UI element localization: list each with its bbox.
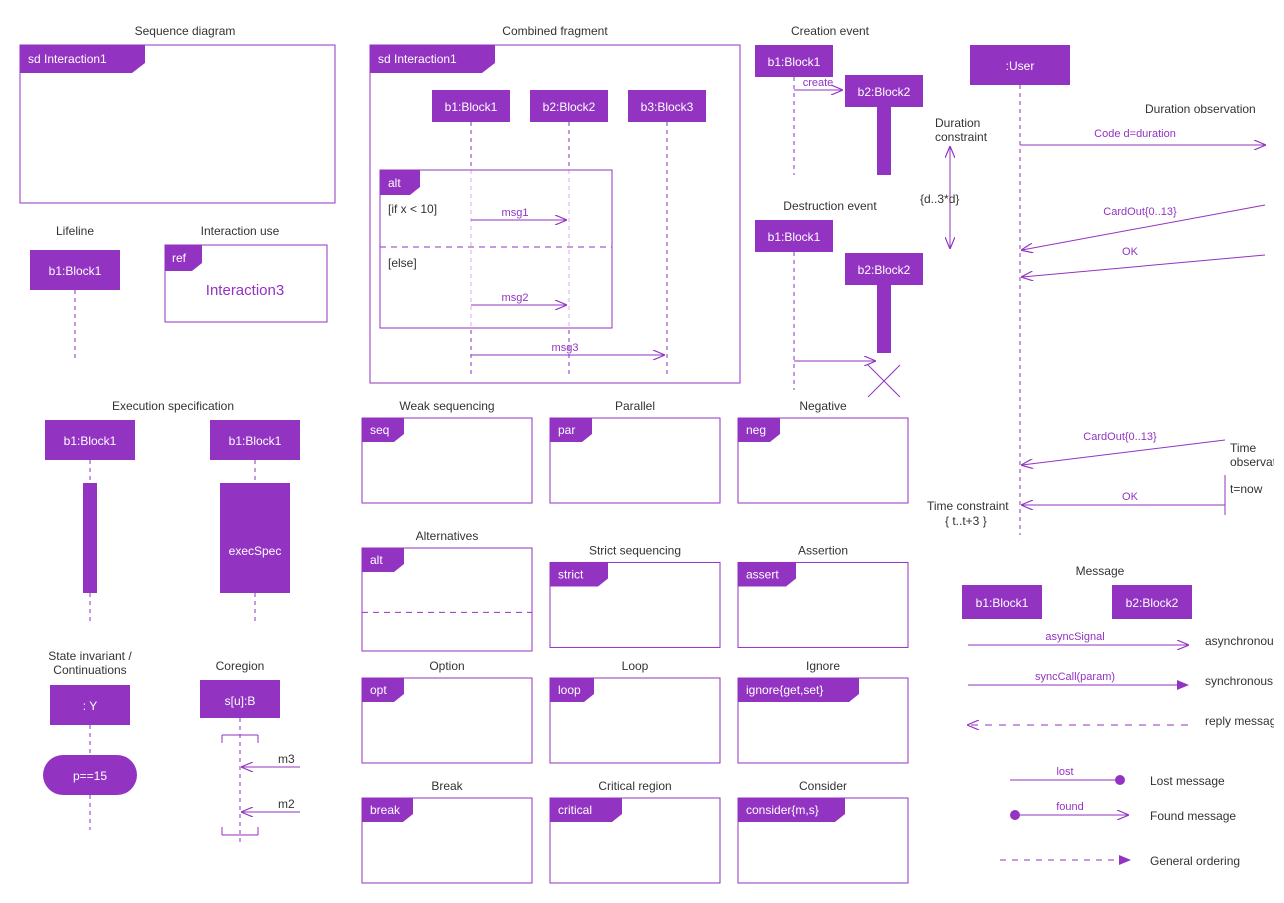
exec2-text: b1:Block1	[229, 434, 282, 448]
svg-text:t=now: t=now	[1230, 482, 1263, 496]
frag-tag-text: neg	[746, 423, 766, 437]
frag-tab	[362, 548, 404, 572]
svg-text:b3:Block3: b3:Block3	[641, 100, 694, 114]
svg-text:b1:Block1: b1:Block1	[445, 100, 498, 114]
svg-text:asynchronous signal: asynchronous signal	[1205, 634, 1274, 648]
svg-text:OK: OK	[1122, 246, 1139, 258]
exec1-text: b1:Block1	[64, 434, 117, 448]
coregion-text: s[u]:B	[225, 694, 256, 708]
stateinv-oval-text: p==15	[73, 769, 107, 783]
svg-text:alt: alt	[388, 176, 401, 190]
lifeline-text: b1:Block1	[49, 264, 102, 278]
title-message: Message	[1076, 564, 1125, 578]
svg-text:b1:Block1: b1:Block1	[976, 596, 1029, 610]
svg-text:observation: observation	[1230, 455, 1274, 469]
frag-title-ignoregetset: Ignore	[806, 659, 840, 673]
frag-tag-text: seq	[370, 423, 389, 437]
frag-tag-text: strict	[558, 567, 584, 581]
frag-title-strict: Strict sequencing	[589, 543, 681, 557]
svg-text:Time constraint: Time constraint	[927, 499, 1009, 513]
svg-text:b2:Block2: b2:Block2	[543, 100, 596, 114]
frag-tag-text: ignore{get,set}	[746, 683, 823, 697]
title-intuse: Interaction use	[201, 224, 280, 238]
svg-text:sd Interaction1: sd Interaction1	[378, 52, 457, 66]
svg-text:msg1: msg1	[502, 207, 529, 219]
svg-text:found: found	[1056, 801, 1084, 813]
seq-tag-text: sd Interaction1	[28, 52, 107, 66]
svg-text:b1:Block1: b1:Block1	[768, 230, 821, 244]
frag-tag-text: critical	[558, 803, 592, 817]
svg-text:msg3: msg3	[552, 342, 579, 354]
intuse-body: Interaction3	[206, 282, 284, 299]
fragments-grid: Weak sequencing seq Parallel par Negative neg…	[362, 399, 908, 883]
svg-text:asyncSignal: asyncSignal	[1045, 631, 1104, 643]
title-stateinv1: State invariant /	[48, 649, 132, 663]
frag-tag-text: assert	[746, 567, 779, 581]
exec2-label: execSpec	[229, 544, 282, 558]
svg-text:constraint: constraint	[935, 130, 988, 144]
title-lifeline: Lifeline	[56, 224, 94, 238]
svg-text:[if x < 10]: [if x < 10]	[388, 202, 437, 216]
frag-title-assert: Assertion	[798, 543, 848, 557]
svg-text:Found message: Found message	[1150, 809, 1236, 823]
svg-text:OK: OK	[1122, 491, 1139, 503]
svg-text:reply message: reply message	[1205, 714, 1274, 728]
svg-text:syncCall(param): syncCall(param)	[1035, 671, 1115, 683]
frag-tag-text: opt	[370, 683, 387, 697]
svg-text:create: create	[803, 77, 834, 89]
svg-text:m2: m2	[278, 797, 295, 811]
svg-text:Time: Time	[1230, 441, 1257, 455]
svg-text:synchronous call: synchronous call	[1205, 674, 1274, 688]
title-durobs: Duration observation	[1145, 102, 1256, 116]
frag-title-critical: Critical region	[598, 779, 671, 793]
svg-text:{ t..t+3 }: { t..t+3 }	[945, 514, 987, 528]
intuse-tag-text: ref	[172, 251, 187, 265]
svg-text:b2:Block2: b2:Block2	[1126, 596, 1179, 610]
title-stateinv2: Continuations	[53, 663, 126, 677]
frag-title-opt: Option	[429, 659, 464, 673]
frag-tag-text: consider{m,s}	[746, 803, 819, 817]
frag-tag-text: alt	[370, 553, 383, 567]
exec1-bar	[83, 483, 97, 593]
svg-text:lost: lost	[1056, 766, 1073, 778]
svg-text:CardOut{0..13}: CardOut{0..13}	[1103, 206, 1177, 218]
svg-text:Duration: Duration	[935, 116, 980, 130]
svg-text:b2:Block2: b2:Block2	[858, 263, 911, 277]
exec2-bar	[220, 483, 290, 593]
svg-text:Lost message: Lost message	[1150, 774, 1225, 788]
svg-text:{d..3*d}: {d..3*d}	[920, 192, 959, 206]
frag-tag-text: break	[370, 803, 401, 817]
svg-text:CardOut{0..13}: CardOut{0..13}	[1083, 431, 1157, 443]
svg-text:[else]: [else]	[388, 256, 417, 270]
title-combined: Combined fragment	[502, 24, 608, 38]
svg-text:Code d=duration: Code d=duration	[1094, 128, 1176, 140]
frag-tag-text: loop	[558, 683, 581, 697]
svg-text:b1:Block1: b1:Block1	[768, 55, 821, 69]
frag-title-break: Break	[431, 779, 463, 793]
frag-title-par: Parallel	[615, 399, 655, 413]
frag-title-loop: Loop	[622, 659, 649, 673]
title-coregion: Coregion	[216, 659, 265, 673]
frag-title-seq: Weak sequencing	[399, 399, 494, 413]
svg-text:b2:Block2: b2:Block2	[858, 85, 911, 99]
title-destruction: Destruction event	[783, 199, 877, 213]
svg-text:msg2: msg2	[502, 292, 529, 304]
title-seq-diagram: Sequence diagram	[135, 24, 236, 38]
svg-text::User: :User	[1006, 59, 1035, 73]
svg-text:m3: m3	[278, 752, 295, 766]
title-creation: Creation event	[791, 24, 870, 38]
stateinv-text: : Y	[83, 699, 97, 713]
svg-text:General ordering: General ordering	[1150, 854, 1240, 868]
frag-title-considerms: Consider	[799, 779, 847, 793]
diagram-canvas: Sequence diagram sd Interaction1 Lifelin…	[10, 15, 1274, 885]
frag-title-alt: Alternatives	[416, 529, 479, 543]
title-execspec: Execution specification	[112, 399, 234, 413]
frag-tag-text: par	[558, 423, 575, 437]
frag-title-neg: Negative	[799, 399, 847, 413]
